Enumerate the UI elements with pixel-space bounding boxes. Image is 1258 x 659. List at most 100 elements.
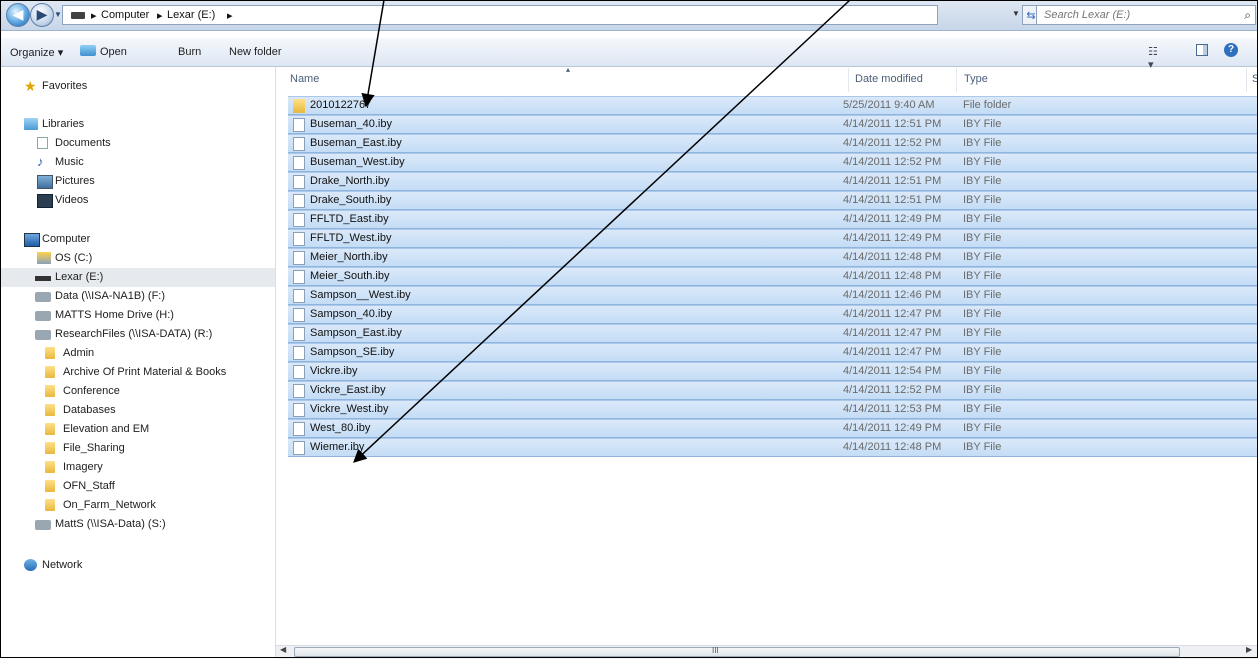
- nav-research-drive[interactable]: ResearchFiles (\\ISA-DATA) (R:): [0, 325, 275, 344]
- nav-label: Music: [55, 156, 84, 168]
- breadcrumb[interactable]: ▸ Computer ▸ Lexar (E:) ▸: [62, 5, 938, 25]
- forward-button[interactable]: ▶: [30, 3, 54, 27]
- breadcrumb-separator-icon[interactable]: ▸: [227, 9, 233, 22]
- nav-network[interactable]: Network: [0, 556, 275, 575]
- file-date-modified: 4/14/2011 12:52 PM: [843, 384, 942, 396]
- nav-music[interactable]: ♪ Music: [0, 153, 275, 172]
- nav-folder-archive[interactable]: Archive Of Print Material & Books: [0, 363, 275, 382]
- nav-label: OFN_Staff: [63, 480, 115, 492]
- search-icon[interactable]: ⌕: [1244, 8, 1251, 23]
- back-button[interactable]: ◀: [6, 3, 30, 27]
- open-button[interactable]: Open: [100, 46, 127, 58]
- nav-matts-s-drive[interactable]: MattS (\\ISA-Data) (S:): [0, 515, 275, 534]
- preview-pane-icon[interactable]: [1196, 44, 1208, 56]
- folder-icon: [45, 366, 55, 378]
- file-row[interactable]: Vickre_East.iby 4/14/2011 12:52 PM IBY Fil…: [288, 381, 1258, 400]
- column-separator[interactable]: [1246, 68, 1247, 92]
- file-type: IBY File: [963, 327, 1002, 339]
- nav-folder-file-sharing[interactable]: File_Sharing: [0, 439, 275, 458]
- file-row[interactable]: Buseman_East.iby 4/14/2011 12:52 PM IBY Fi…: [288, 134, 1258, 153]
- breadcrumb-lexar[interactable]: Lexar (E:): [167, 9, 215, 21]
- breadcrumb-separator-icon[interactable]: ▸: [91, 9, 97, 22]
- nav-folder-on-farm-network[interactable]: On_Farm_Network: [0, 496, 275, 515]
- nav-documents[interactable]: Documents: [0, 134, 275, 153]
- file-row[interactable]: Vickre.iby 4/14/2011 12:54 PM IBY File: [288, 362, 1258, 381]
- file-icon: [293, 403, 305, 417]
- file-name: Vickre.iby: [310, 365, 358, 377]
- nav-computer[interactable]: Computer: [0, 230, 275, 249]
- network-drive-icon: [35, 311, 51, 321]
- network-icon: [24, 559, 37, 571]
- nav-lexar-drive[interactable]: Lexar (E:): [0, 268, 275, 287]
- file-row[interactable]: Sampson_East.iby 4/14/2011 12:47 PM IBY Fi…: [288, 324, 1258, 343]
- file-icon: [293, 327, 305, 341]
- file-row[interactable]: West_80.iby 4/14/2011 12:49 PM IBY File: [288, 419, 1258, 438]
- folder-icon: [45, 347, 55, 359]
- search-box[interactable]: ⌕: [1036, 5, 1256, 25]
- column-separator[interactable]: [848, 68, 849, 92]
- file-row[interactable]: FFLTD_East.iby 4/14/2011 12:49 PM IBY File: [288, 210, 1258, 229]
- help-icon[interactable]: ?: [1224, 43, 1238, 57]
- file-row[interactable]: 2010122767 5/25/2011 9:40 AM File folder: [288, 96, 1258, 115]
- scroll-right-icon[interactable]: ▶: [1246, 645, 1252, 654]
- file-row[interactable]: Wiemer.iby 4/14/2011 12:48 PM IBY File: [288, 438, 1258, 457]
- file-date-modified: 4/14/2011 12:49 PM: [843, 232, 942, 244]
- search-input[interactable]: [1042, 8, 1236, 22]
- computer-icon: [24, 233, 40, 247]
- nav-videos[interactable]: Videos: [0, 191, 275, 210]
- file-icon: [293, 137, 305, 151]
- column-header-date-modified[interactable]: Date modified: [855, 73, 923, 85]
- breadcrumb-separator-icon[interactable]: ▸: [157, 9, 163, 22]
- file-row[interactable]: Sampson_SE.iby 4/14/2011 12:47 PM IBY File: [288, 343, 1258, 362]
- column-header-size[interactable]: S: [1252, 73, 1258, 85]
- column-separator[interactable]: [956, 68, 957, 92]
- scroll-left-icon[interactable]: ◀: [280, 645, 286, 654]
- nav-folder-imagery[interactable]: Imagery: [0, 458, 275, 477]
- file-row[interactable]: Vickre_West.iby 4/14/2011 12:53 PM IBY Fil…: [288, 400, 1258, 419]
- nav-label: MATTS Home Drive (H:): [55, 309, 174, 321]
- file-date-modified: 4/14/2011 12:52 PM: [843, 137, 942, 149]
- file-date-modified: 4/14/2011 12:48 PM: [843, 251, 942, 263]
- column-header-type[interactable]: Type: [964, 73, 988, 85]
- file-row[interactable]: Sampson__West.iby 4/14/2011 12:46 PM IBY F…: [288, 286, 1258, 305]
- nav-libraries[interactable]: Libraries: [0, 115, 275, 134]
- nav-folder-admin[interactable]: Admin: [0, 344, 275, 363]
- file-name: Drake_South.iby: [310, 194, 392, 206]
- nav-data-drive[interactable]: Data (\\ISA-NA1B) (F:): [0, 287, 275, 306]
- nav-favorites[interactable]: ★ Favorites: [0, 77, 275, 96]
- nav-pictures[interactable]: Pictures: [0, 172, 275, 191]
- file-row[interactable]: Drake_North.iby 4/14/2011 12:51 PM IBY Fil…: [288, 172, 1258, 191]
- file-type: IBY File: [963, 365, 1002, 377]
- file-row[interactable]: Buseman_West.iby 4/14/2011 12:52 PM IBY Fi…: [288, 153, 1258, 172]
- file-row[interactable]: Meier_North.iby 4/14/2011 12:48 PM IBY Fil…: [288, 248, 1258, 267]
- column-header-name[interactable]: Name: [290, 73, 319, 85]
- burn-button[interactable]: Burn: [178, 46, 201, 58]
- nav-os-drive[interactable]: OS (C:): [0, 249, 275, 268]
- nav-folder-ofn-staff[interactable]: OFN_Staff: [0, 477, 275, 496]
- nav-folder-databases[interactable]: Databases: [0, 401, 275, 420]
- system-drive-icon: [37, 252, 51, 264]
- organize-menu[interactable]: Organize ▾: [10, 46, 63, 59]
- file-type: IBY File: [963, 289, 1002, 301]
- address-dropdown-icon[interactable]: ▼: [1012, 9, 1020, 18]
- file-type: IBY File: [963, 194, 1002, 206]
- nav-label: Imagery: [63, 461, 103, 473]
- breadcrumb-computer[interactable]: Computer: [101, 9, 149, 21]
- star-icon: ★: [24, 78, 37, 94]
- documents-icon: [37, 137, 48, 149]
- new-folder-button[interactable]: New folder: [229, 46, 282, 58]
- recent-pages-dropdown-icon[interactable]: ▼: [54, 10, 62, 19]
- file-type: IBY File: [963, 118, 1002, 130]
- scrollbar-thumb[interactable]: [294, 647, 1180, 657]
- file-date-modified: 4/14/2011 12:53 PM: [843, 403, 942, 415]
- file-row[interactable]: Meier_South.iby 4/14/2011 12:48 PM IBY Fil…: [288, 267, 1258, 286]
- file-row[interactable]: FFLTD_West.iby 4/14/2011 12:49 PM IBY File: [288, 229, 1258, 248]
- folder-icon: [45, 404, 55, 416]
- nav-folder-conference[interactable]: Conference: [0, 382, 275, 401]
- file-row[interactable]: Buseman_40.iby 4/14/2011 12:51 PM IBY File: [288, 115, 1258, 134]
- nav-matts-home-drive[interactable]: MATTS Home Drive (H:): [0, 306, 275, 325]
- nav-folder-elevation[interactable]: Elevation and EM: [0, 420, 275, 439]
- file-row[interactable]: Drake_South.iby 4/14/2011 12:51 PM IBY Fil…: [288, 191, 1258, 210]
- file-row[interactable]: Sampson_40.iby 4/14/2011 12:47 PM IBY File: [288, 305, 1258, 324]
- nav-label: Lexar (E:): [55, 271, 104, 283]
